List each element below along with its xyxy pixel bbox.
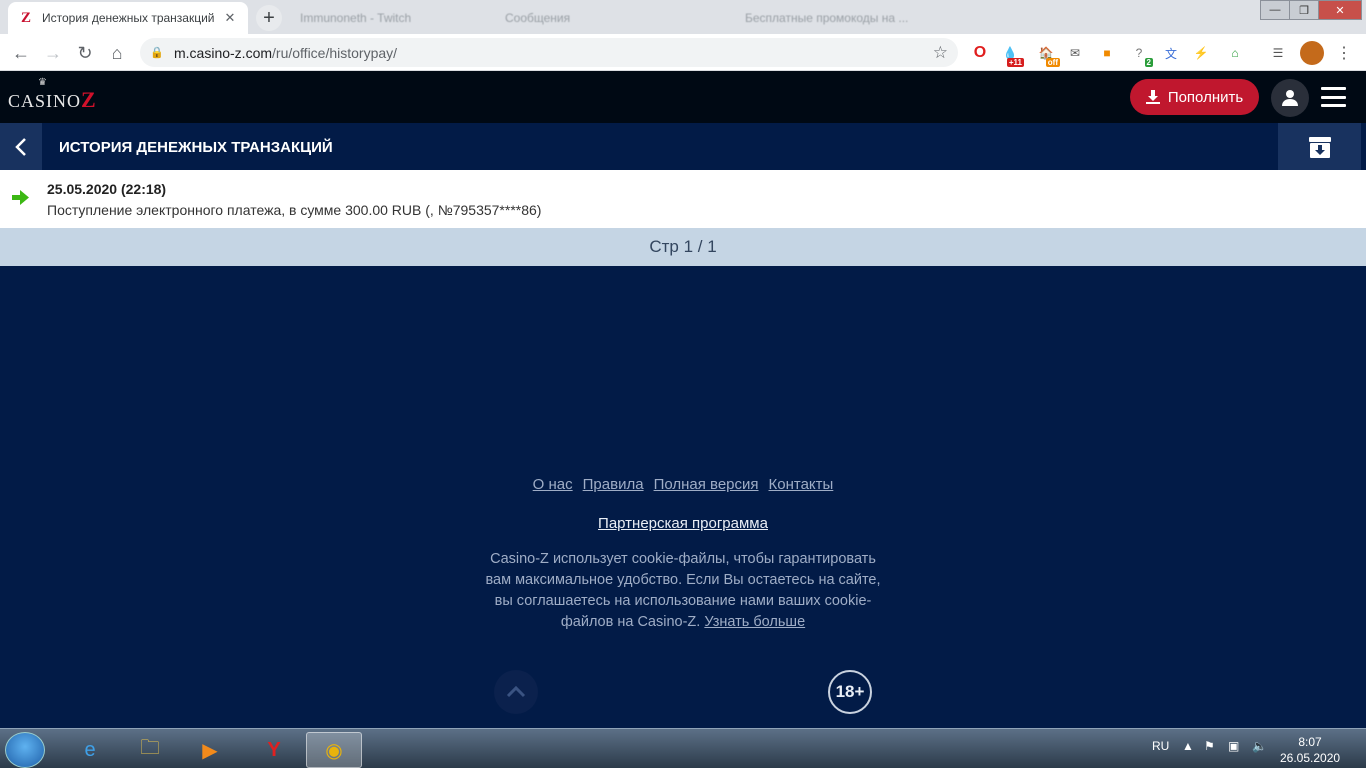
tab-title: Бесплатные промокоды на ... — [745, 11, 909, 25]
extension-shop-icon[interactable]: 🏠 off — [1036, 43, 1060, 67]
casino-z-logo[interactable]: ♛ CASINOZ — [8, 77, 97, 113]
chrome-icon[interactable]: ◉ — [306, 732, 362, 768]
url-host: m.casino-z.com — [174, 44, 273, 61]
browser-tab-active[interactable]: Z История денежных транзакций ✕ — [8, 2, 248, 34]
deposit-label: Пополнить — [1167, 88, 1244, 106]
back-arrow-icon[interactable]: ← — [8, 40, 34, 66]
extension-cart-icon[interactable]: ■ — [1097, 43, 1117, 63]
user-icon — [1282, 90, 1298, 106]
new-tab-button[interactable]: + — [256, 5, 282, 31]
income-arrow-icon — [12, 190, 29, 205]
volume-icon[interactable]: 🔈 — [1252, 739, 1267, 753]
tab-close-icon[interactable]: ✕ — [222, 10, 238, 26]
media-player-icon[interactable]: ▶ — [182, 732, 238, 768]
chevron-left-icon — [15, 137, 26, 156]
hamburger-menu-icon[interactable] — [1321, 87, 1346, 107]
address-bar[interactable]: 🔒 m.casino-z.com/ru/office/historypay/ ☆ — [140, 38, 958, 67]
deposit-button[interactable]: Пополнить — [1130, 79, 1259, 115]
chevron-up-icon — [506, 686, 526, 698]
footer-links: О нас Правила Полная версия Контакты — [0, 476, 1366, 493]
reading-list-icon[interactable]: ☰ — [1268, 43, 1288, 63]
translate-icon[interactable]: 文 — [1161, 43, 1181, 63]
footer-link-full-version[interactable]: Полная версия — [654, 476, 759, 493]
pagination: Стр 1 / 1 — [0, 228, 1366, 266]
learn-more-link[interactable]: Узнать больше — [704, 614, 805, 630]
crown-icon: ♛ — [38, 77, 48, 88]
back-button[interactable] — [0, 123, 42, 170]
page-title: ИСТОРИЯ ДЕНЕЖНЫХ ТРАНЗАКЦИЙ — [59, 139, 333, 156]
network-icon[interactable]: ▣ — [1228, 739, 1239, 753]
footer-link-about[interactable]: О нас — [533, 476, 573, 493]
tab-title: История денежных транзакций — [42, 11, 215, 25]
tray-expand-icon[interactable]: ▲ — [1182, 739, 1194, 753]
lock-icon: 🔒 — [150, 46, 164, 59]
opera-icon[interactable]: O — [970, 43, 990, 63]
page-title-bar: ИСТОРИЯ ДЕНЕЖНЫХ ТРАНЗАКЦИЙ — [0, 123, 1366, 170]
file-explorer-icon[interactable]: 🗀 — [122, 732, 178, 768]
mail-icon[interactable]: ✉ — [1065, 43, 1085, 63]
cookie-notice: Casino-Z использует cookie-файлы, чтобы … — [483, 549, 883, 633]
extension-badge: off — [1045, 58, 1060, 67]
url-path: /ru/office/historypay/ — [272, 44, 398, 61]
forward-arrow-icon[interactable]: → — [40, 40, 66, 66]
window-close-button[interactable]: ✕ — [1318, 0, 1362, 20]
footer-link-rules[interactable]: Правила — [583, 476, 644, 493]
extension-badge: 2 — [1144, 58, 1153, 67]
yandex-browser-icon[interactable]: Y — [246, 732, 302, 768]
tab-title: Immunoneth - Twitch — [300, 11, 412, 25]
browser-tab-messages[interactable]: Сообщения — [495, 2, 725, 34]
browser-tab-strip: Z История денежных транзакций ✕ + Immuno… — [0, 0, 1366, 34]
partner-program-link[interactable]: Партнерская программа — [0, 515, 1366, 532]
clock-date: 26.05.2020 — [1280, 751, 1341, 765]
reload-icon[interactable]: ↻ — [72, 40, 98, 66]
browser-toolbar: ← → ↻ ⌂ 🔒 m.casino-z.com/ru/office/histo… — [0, 34, 1366, 71]
profile-avatar[interactable] — [1300, 41, 1324, 65]
browser-tab-twitch[interactable]: Immunoneth - Twitch — [290, 2, 490, 34]
extension-weather-icon[interactable]: 💧 +11 — [1000, 43, 1024, 67]
home-icon[interactable]: ⌂ — [104, 40, 130, 66]
extension-badge: +11 — [1006, 58, 1024, 67]
extension-help-icon[interactable]: ? 2 — [1129, 43, 1153, 67]
window-minimize-button[interactable]: — — [1260, 0, 1290, 20]
browser-menu-icon[interactable]: ⋮ — [1334, 43, 1354, 63]
internet-explorer-icon[interactable]: e — [62, 732, 118, 768]
transaction-row: 25.05.2020 (22:18) Поступление электронн… — [0, 170, 1366, 228]
window-maximize-button[interactable]: ❐ — [1289, 0, 1319, 20]
transaction-description: Поступление электронного платежа, в сумм… — [47, 202, 542, 218]
logo-z: Z — [81, 87, 97, 112]
logo-text: CASINO — [8, 91, 82, 111]
footer-link-contacts[interactable]: Контакты — [769, 476, 834, 493]
transaction-date: 25.05.2020 (22:18) — [47, 181, 167, 197]
windows-start-button[interactable] — [5, 732, 45, 768]
extension-lightning-icon[interactable]: ⚡ — [1191, 43, 1211, 63]
cookie-text: Casino-Z использует cookie-файлы, чтобы … — [485, 551, 881, 630]
browser-tab-promocodes[interactable]: Бесплатные промокоды на ... — [735, 2, 965, 34]
download-icon — [1145, 90, 1160, 104]
language-indicator[interactable]: RU — [1152, 739, 1169, 753]
tab-title: Сообщения — [505, 11, 571, 25]
action-center-icon[interactable]: ⚑ — [1204, 739, 1215, 753]
archive-download-button[interactable] — [1278, 123, 1361, 170]
user-profile-button[interactable] — [1271, 79, 1309, 117]
site-header: ♛ CASINOZ Пополнить — [0, 71, 1366, 123]
clock-time: 8:07 — [1298, 735, 1322, 749]
bookmark-star-icon[interactable]: ☆ — [933, 43, 948, 63]
system-clock[interactable]: 8:07 26.05.2020 — [1280, 734, 1340, 766]
casino-z-favicon-icon: Z — [20, 9, 31, 26]
age-restriction-badge: 18+ — [828, 670, 872, 714]
archive-download-icon — [1308, 136, 1331, 158]
extension-home-icon[interactable]: ⌂ — [1225, 43, 1245, 63]
scroll-to-top-button[interactable] — [494, 670, 538, 714]
windows-taskbar: e 🗀 ▶ Y ◉ RU ▲ ⚑ ▣ 🔈 8:07 26.05.2020 — [0, 728, 1366, 768]
